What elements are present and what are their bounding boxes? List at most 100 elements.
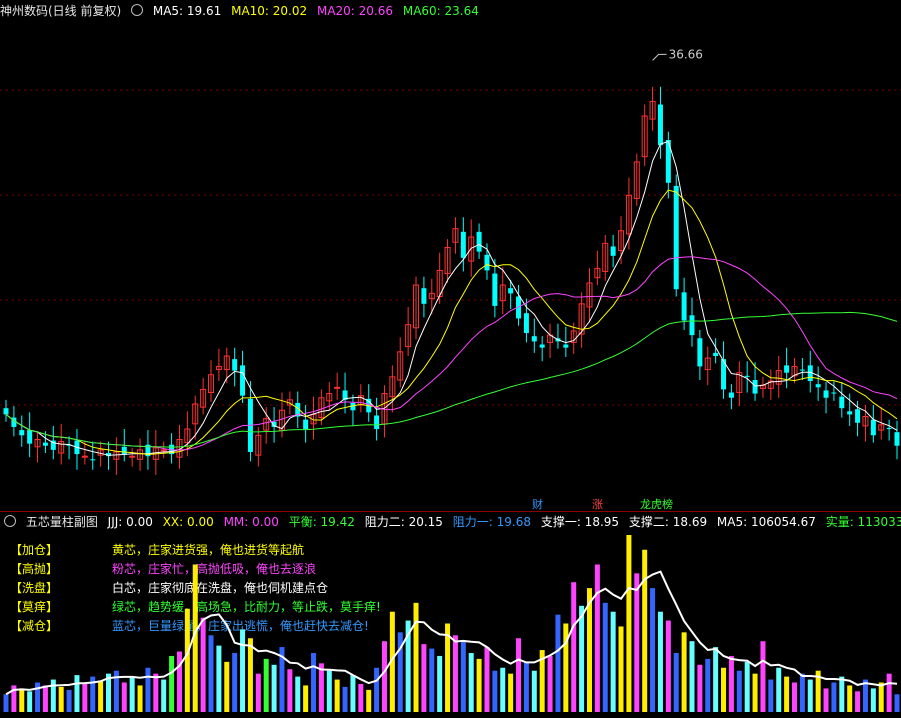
candle-body <box>484 254 490 271</box>
volume-bar <box>255 673 261 712</box>
volume-bar <box>791 682 797 712</box>
volume-bar <box>508 673 514 712</box>
volume-bar <box>784 676 790 712</box>
candle-body <box>121 446 127 455</box>
candle-body <box>886 428 892 430</box>
volume-bar <box>460 641 466 712</box>
volume-bar <box>689 641 695 712</box>
volume-bar <box>886 673 892 712</box>
candle-body <box>42 442 48 446</box>
volume-bar <box>74 675 80 712</box>
candle-body <box>563 344 569 348</box>
volume-bar <box>894 694 900 712</box>
candle-body <box>610 246 616 256</box>
candle-body <box>492 273 498 306</box>
chart-canvas[interactable]: 36.66 <box>0 0 901 718</box>
volume-bar <box>318 663 324 712</box>
volume-bar <box>744 661 750 712</box>
volume-bar <box>3 694 9 712</box>
volume-bar <box>500 667 506 712</box>
volume-bar <box>342 686 348 712</box>
volume-bar <box>878 682 884 712</box>
candle-body <box>531 336 537 342</box>
volume-bar <box>634 573 640 712</box>
volume-bar <box>326 670 332 712</box>
volume-bar <box>760 641 766 712</box>
volume-bar <box>247 638 253 712</box>
candle-body <box>847 411 853 415</box>
volume-bar <box>776 667 782 712</box>
volume-bar <box>799 673 805 712</box>
volume-bar <box>121 682 127 712</box>
volume-bar <box>618 626 624 712</box>
volume-bar <box>311 653 317 712</box>
volume-bar <box>705 658 711 712</box>
volume-bar <box>547 655 553 712</box>
volume-bar <box>421 644 427 712</box>
candle-body <box>823 390 829 398</box>
candle-body <box>657 104 663 146</box>
volume-bar <box>736 670 742 712</box>
peak-price-label: 36.66 <box>669 47 703 61</box>
candle-body <box>744 375 750 377</box>
volume-bar <box>713 647 719 712</box>
candle-body <box>90 459 96 461</box>
volume-bar <box>531 670 537 712</box>
candle-body <box>713 352 719 356</box>
volume-bar <box>350 675 356 712</box>
volume-bar <box>657 611 663 712</box>
volume-bar <box>437 655 443 712</box>
volume-bar <box>271 664 277 712</box>
volume-bar <box>27 691 33 712</box>
volume-bar <box>224 661 230 712</box>
volume-bar <box>413 602 419 712</box>
volume-bar <box>665 620 671 712</box>
ma20-line <box>5 256 898 451</box>
peak-marker <box>652 53 667 61</box>
candle-body <box>855 409 861 423</box>
candle-body <box>752 380 758 394</box>
volume-bar <box>602 602 608 712</box>
candle-body <box>815 384 821 388</box>
volume-bar <box>153 673 159 712</box>
candle-body <box>303 419 309 430</box>
volume-bar <box>129 676 135 712</box>
volume-bar <box>334 679 340 712</box>
volume-bar <box>516 638 522 712</box>
candle-body <box>19 430 25 436</box>
volume-bar <box>721 667 727 712</box>
candle-body <box>476 231 482 252</box>
volume-bar <box>870 688 876 712</box>
volume-bar <box>673 653 679 712</box>
volume-bar <box>50 679 56 712</box>
volume-bar <box>137 685 143 712</box>
volume-bar <box>847 685 853 712</box>
volume-bar <box>429 648 435 712</box>
volume-bar <box>823 688 829 712</box>
volume-bar <box>161 679 167 712</box>
volume-bar <box>358 683 364 712</box>
volume-bar <box>35 682 41 712</box>
candle-body <box>374 415 380 430</box>
volume-bar <box>66 689 72 712</box>
volume-bar <box>176 651 182 712</box>
volume-bar <box>98 681 104 712</box>
volume-bar <box>216 645 222 712</box>
candle-body <box>3 408 9 415</box>
volume-bar <box>208 635 214 712</box>
candle-body <box>421 288 427 304</box>
volume-bar <box>263 658 269 712</box>
candle-body <box>689 315 695 336</box>
candle-body <box>839 396 845 409</box>
volume-bar <box>232 653 238 712</box>
volume-bar <box>626 535 632 712</box>
volume-bar <box>610 611 616 712</box>
volume-bar <box>642 549 648 712</box>
volume-bar <box>476 658 482 712</box>
candle-body <box>831 392 837 394</box>
volume-bar <box>19 688 25 712</box>
volume-bar <box>728 655 734 712</box>
volume-bar <box>240 629 246 712</box>
volume-bar <box>366 689 372 712</box>
candle-body <box>799 369 805 371</box>
